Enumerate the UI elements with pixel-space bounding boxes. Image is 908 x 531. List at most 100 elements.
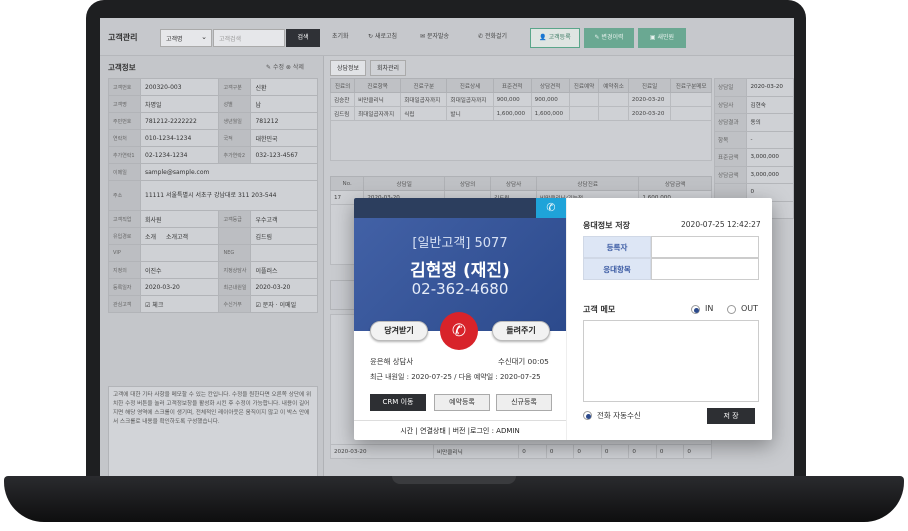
column-header: 상담금액: [638, 176, 712, 191]
save-button[interactable]: 저 장: [707, 408, 755, 424]
interest-checkbox[interactable]: ☑ 체크: [139, 295, 220, 313]
info-key: 추가연락1: [108, 146, 141, 164]
info-value: 차명일: [139, 95, 220, 113]
wait-time: 수신대기 00:05: [498, 357, 549, 366]
table-cell: 0: [628, 444, 657, 459]
transfer-button[interactable]: 돌려주기: [492, 321, 550, 341]
table-cell: [670, 106, 712, 121]
change-history-label: 변경이력: [601, 34, 624, 41]
info-key: 국적: [218, 129, 252, 147]
table-cell: 0: [545, 444, 575, 459]
delete-button[interactable]: 삭제: [293, 64, 304, 71]
table-cell: 김드림: [329, 106, 356, 121]
top-toolbar: 고객관리 고객명 ⌄ 고객검색 검색 초기화 ↻ 새로고침 ✉ 문자발송 ✆ 전화…: [100, 18, 794, 56]
search-type-select[interactable]: 고객명 ⌄: [160, 29, 212, 47]
table-cell: 회대일곱자까지: [446, 92, 494, 107]
response-save-panel: 응대정보 저장 2020-07-25 12:42:27 등록자 응대항목 고객 …: [566, 198, 772, 440]
table-cell: 2020-03-20: [627, 106, 672, 121]
edit-button[interactable]: 수정: [273, 64, 284, 71]
column-header: 상담견적: [530, 78, 570, 93]
pickup-button[interactable]: 당겨받기: [370, 321, 428, 341]
table-cell: [598, 92, 629, 107]
laptop-base: [4, 476, 904, 522]
tab-session-manage[interactable]: 회차관리: [370, 60, 407, 76]
call-button[interactable]: ✆ 전화걸기: [478, 31, 507, 40]
new-complaint-label: 새민원: [657, 34, 675, 41]
column-header: 진료의: [329, 78, 356, 93]
table-row[interactable]: 김드림 최대일곱자까지 식립 발니 1,600,000 1,600,000 2020-03-…: [329, 106, 712, 121]
info-key: 생년월일: [218, 112, 252, 130]
reject-checkboxes[interactable]: ☑ 문자 · 이메일: [250, 295, 318, 313]
table-cell: 0: [683, 444, 712, 459]
info-value: 회사원: [139, 210, 220, 228]
caller-category: [일반고객] 5077: [412, 236, 508, 251]
table-cell: 900,000: [492, 92, 532, 107]
table-row[interactable]: 김승찬 비만클리닉 회대일곱자까지 회대일곱자까지 900,000 900,000 2020…: [329, 92, 712, 107]
customer-register-button[interactable]: 👤 고객등록: [530, 28, 580, 48]
info-key: 고객등급: [218, 210, 252, 228]
interest-label: 체크: [152, 301, 164, 309]
reservation-register-button[interactable]: 예약등록: [434, 394, 490, 411]
side-key: 항목: [713, 130, 748, 149]
customer-memo-input[interactable]: [583, 320, 759, 402]
column-header: 상담일: [363, 176, 446, 191]
customer-section-title: 고객정보: [108, 63, 136, 72]
table-cell: 1,600,000: [530, 106, 570, 121]
registrant-field[interactable]: [651, 236, 759, 258]
table-cell: 김승찬: [329, 92, 356, 107]
popup-header-band: [354, 198, 566, 218]
table-cell: 0: [573, 444, 602, 459]
side-key: 표준금액: [713, 148, 748, 167]
info-key: 성별: [218, 95, 252, 113]
phone-icon[interactable]: ✆: [536, 198, 566, 218]
info-key: 관심고객: [108, 295, 141, 313]
crm-move-button[interactable]: CRM 이동: [370, 394, 426, 411]
column-header: 예약취소: [598, 78, 629, 93]
response-item-field[interactable]: [651, 258, 759, 280]
new-complaint-button[interactable]: ▣ 새민원: [638, 28, 686, 48]
change-history-button[interactable]: ✎ 변경이력: [584, 28, 634, 48]
info-value: 200320-003: [139, 78, 220, 96]
laptop-notch: [392, 476, 516, 484]
info-key: 고객번호: [108, 78, 141, 96]
reset-button[interactable]: 초기화: [332, 31, 349, 40]
send-sms-button[interactable]: ✉ 문자발송: [420, 31, 449, 40]
info-key: VIP: [108, 244, 141, 262]
checkbox-icon: ☑: [255, 301, 263, 309]
info-value: 소개 소개고객: [139, 227, 220, 245]
info-value: 781212: [250, 112, 318, 130]
info-value: sample@sample.com: [140, 163, 318, 181]
tab-consult-info[interactable]: 상담정보: [330, 60, 367, 76]
in-radio[interactable]: [691, 305, 700, 314]
refresh-button[interactable]: ↻ 새로고침: [368, 31, 397, 40]
out-radio[interactable]: [727, 305, 736, 314]
car-icon: ▣: [649, 34, 658, 41]
consult-table: 진료의 진료항목 진료구분 진료상세 표준견적 상담견적 진료예약 예약취소 진료일 진료구분메모…: [329, 78, 712, 161]
info-value: [139, 244, 220, 262]
column-header: 상담사: [490, 176, 537, 191]
counselor-name: 윤은해 상담사: [370, 357, 414, 366]
info-value: 김드림: [250, 227, 318, 245]
table-cell: 최대일곱자까지: [354, 106, 402, 121]
side-value: -: [746, 130, 794, 149]
info-key: 이메일: [108, 163, 141, 181]
memo-label: 고객 메모: [583, 305, 616, 314]
column-header: 진료구분메모: [670, 78, 712, 93]
phone-hangup-icon: ✆: [451, 321, 467, 341]
send-sms-label: 문자발송: [426, 33, 450, 40]
auto-receive-radio[interactable]: [583, 411, 592, 420]
search-type-value: 고객명: [166, 36, 183, 43]
search-input[interactable]: 고객검색: [213, 29, 285, 47]
side-value: 김현숙: [746, 95, 794, 114]
table-row[interactable]: 2020-03-20 비만클리닉 0 0 0 0 0 0 0: [330, 444, 712, 459]
customer-memo[interactable]: 고객에 대한 기타 사항을 메모할 수 있는 칸입니다. 수정을 원한다면 오른…: [108, 386, 318, 476]
chevron-down-icon: ⌄: [201, 33, 207, 41]
hangup-button[interactable]: ✆: [440, 312, 478, 350]
customer-panel: 고객정보 ✎ 수정 ⊗ 삭제 고객번호 200320-003 고객구분 신환 고객명 차…: [100, 56, 324, 476]
datetime: 2020-07-25 12:42:27: [681, 220, 761, 229]
customer-actions: ✎ 수정 ⊗ 삭제: [266, 62, 304, 71]
new-register-button[interactable]: 신규등록: [496, 394, 552, 411]
response-item-label: 응대항목: [583, 258, 651, 280]
search-button[interactable]: 검색: [286, 29, 320, 47]
info-key: 고객명: [108, 95, 141, 113]
